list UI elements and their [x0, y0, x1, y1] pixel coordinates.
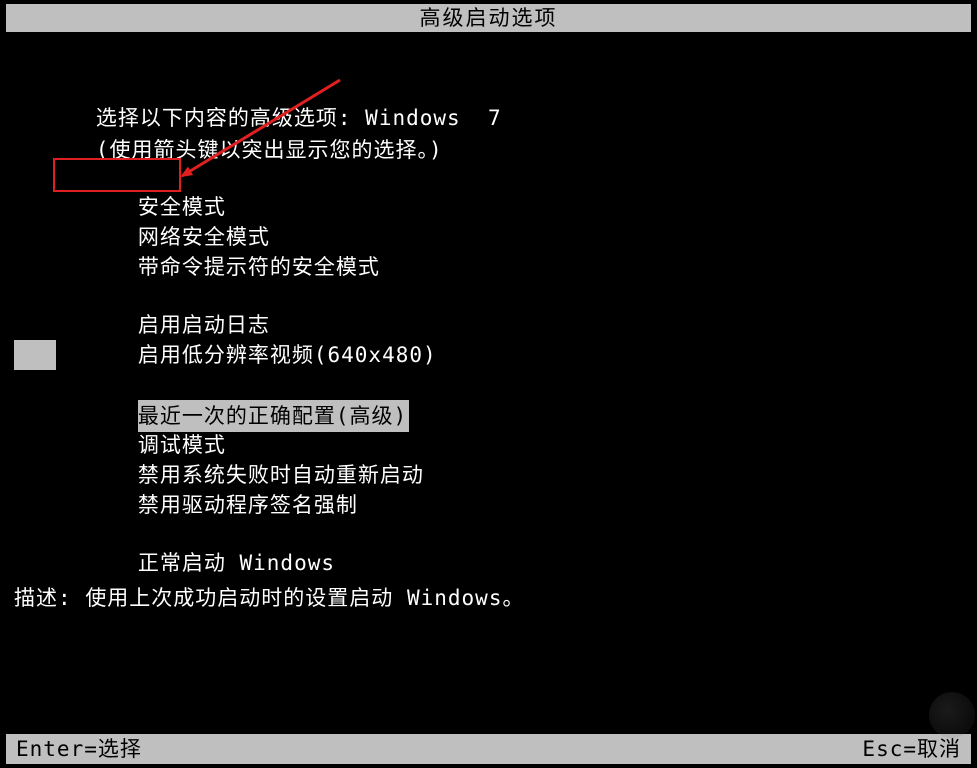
os-name: Windows 7 [365, 106, 501, 130]
option-label: 调试模式 [138, 433, 226, 457]
footer-enter: Enter=选择 [16, 734, 142, 764]
option-label: 最近一次的正确配置(高级) [138, 400, 409, 432]
boot-options-screen: 高级启动选项 选择以下内容的高级选项: Windows 7 (使用箭头键以突出显… [0, 0, 977, 768]
footer-esc: Esc=取消 [862, 734, 961, 764]
option-label: 带命令提示符的安全模式 [138, 255, 380, 279]
option-label: 网络安全模式 [138, 225, 270, 249]
footer-bar: Enter=选择 Esc=取消 [6, 734, 971, 764]
option-boot-logging[interactable]: 启用启动日志 [14, 280, 963, 310]
hint-text: (使用箭头键以突出显示您的选择。) [96, 138, 443, 162]
option-directory-services-restore[interactable]: 目录服务还原模式 [14, 370, 963, 400]
option-label: 启用启动日志 [138, 313, 270, 337]
option-start-windows-normally[interactable]: 正常启动 Windows [14, 518, 963, 548]
option-label: 禁用系统失败时自动重新启动 [138, 463, 424, 487]
title-text: 高级启动选项 [420, 6, 558, 30]
option-label: 安全模式 [138, 195, 226, 219]
content-area: 选择以下内容的高级选项: Windows 7 (使用箭头键以突出显示您的选择。)… [14, 70, 963, 548]
description-line: 描述: 使用上次成功启动时的设置启动 Windows。 [14, 582, 524, 612]
option-safe-mode[interactable]: 安全模式 [14, 162, 963, 192]
description-prefix: 描述: [14, 586, 72, 610]
prompt-line: 选择以下内容的高级选项: Windows 7 [14, 70, 963, 102]
title-bar: 高级启动选项 [6, 4, 971, 32]
option-label: 正常启动 Windows [138, 551, 335, 575]
highlight-bar [14, 340, 56, 370]
description-text: 使用上次成功启动时的设置启动 Windows。 [85, 586, 524, 610]
watermark-icon [929, 692, 975, 738]
option-last-known-good[interactable]: 最近一次的正确配置(高级) [14, 340, 963, 370]
option-label: 禁用驱动程序签名强制 [138, 493, 358, 517]
prompt-prefix: 选择以下内容的高级选项: [96, 106, 352, 130]
